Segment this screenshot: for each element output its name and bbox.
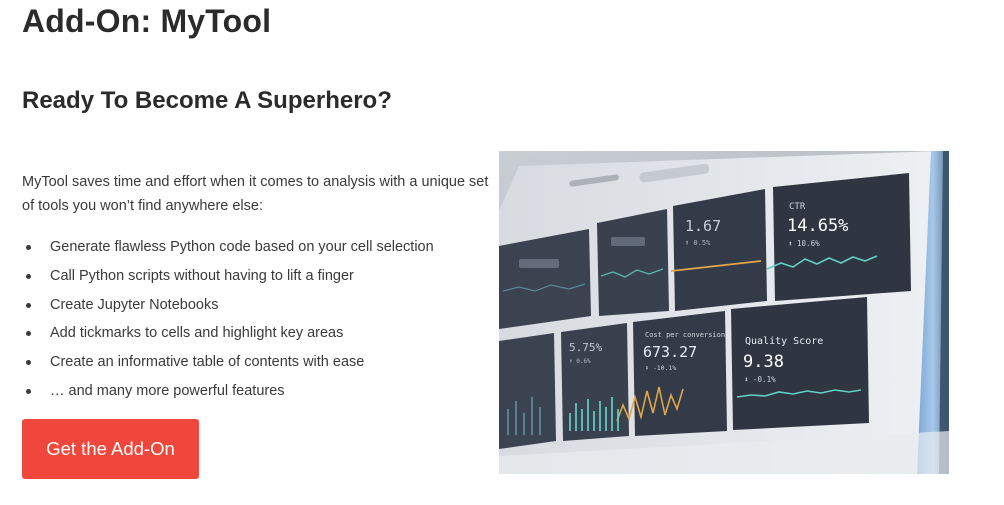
- cost-label: Cost per conversion: [645, 331, 725, 339]
- mid-delta: ⬆ 0.5%: [685, 239, 711, 247]
- feature-text: Call Python scripts without having to li…: [50, 267, 354, 284]
- panel-ctr: [773, 173, 911, 301]
- list-item: Generate flawless Python code based on y…: [22, 233, 492, 262]
- feature-text: Generate flawless Python code based on y…: [50, 239, 434, 255]
- list-item: Call Python scripts without having to li…: [22, 262, 492, 291]
- quality-value: 9.38: [743, 352, 784, 372]
- panel-cost: [633, 311, 727, 436]
- panel-mid-top: [673, 189, 767, 311]
- mid-value: 1.67: [685, 217, 721, 235]
- panel-second-top: [597, 209, 669, 316]
- ctr-delta: ⬆ 10.6%: [788, 239, 820, 248]
- ctr-label: CTR: [789, 202, 806, 212]
- page-title: Add-On: MyTool: [22, 3, 272, 39]
- bullet-icon: [26, 302, 31, 308]
- cost-delta: ⬇ -10.1%: [645, 364, 676, 372]
- quality-label: Quality Score: [745, 336, 823, 347]
- bullet-icon: [26, 360, 31, 366]
- intro-paragraph: MyTool saves time and effort when it com…: [22, 174, 489, 214]
- section-heading: Ready To Become A Superhero?: [22, 87, 392, 114]
- panel-left-top: [499, 229, 591, 329]
- feature-text: Create Jupyter Notebooks: [50, 296, 219, 313]
- feature-text: Create an informative table of contents …: [50, 354, 365, 371]
- list-item: Add tickmarks to cells and highlight key…: [22, 319, 492, 348]
- feature-text: … and many more powerful features: [50, 382, 285, 399]
- bullet-icon: [26, 388, 31, 394]
- small-delta: ⬆ 0.6%: [569, 358, 591, 365]
- feature-list: Generate flawless Python code based on y…: [22, 233, 492, 406]
- list-item: Create an informative table of contents …: [22, 348, 492, 377]
- get-addon-button[interactable]: Get the Add-On: [22, 419, 199, 479]
- quality-delta: ⬇ -0.1%: [744, 375, 776, 384]
- bullet-icon: [26, 245, 31, 250]
- ctr-value: 14.65%: [787, 216, 848, 236]
- small-value: 5.75%: [569, 341, 602, 354]
- feature-text: Add tickmarks to cells and highlight key…: [50, 325, 344, 342]
- dashboard-photo: CTR 14.65% ⬆ 10.6% 1.67 ⬆ 0.5% Cost per …: [499, 151, 949, 474]
- dashboard-photo-illustration: CTR 14.65% ⬆ 10.6% 1.67 ⬆ 0.5% Cost per …: [499, 151, 949, 474]
- bullet-icon: [26, 331, 31, 337]
- list-item: Create Jupyter Notebooks: [22, 291, 492, 320]
- cost-value: 673.27: [643, 343, 697, 361]
- list-item: … and many more powerful features: [22, 377, 492, 406]
- bullet-icon: [26, 273, 31, 279]
